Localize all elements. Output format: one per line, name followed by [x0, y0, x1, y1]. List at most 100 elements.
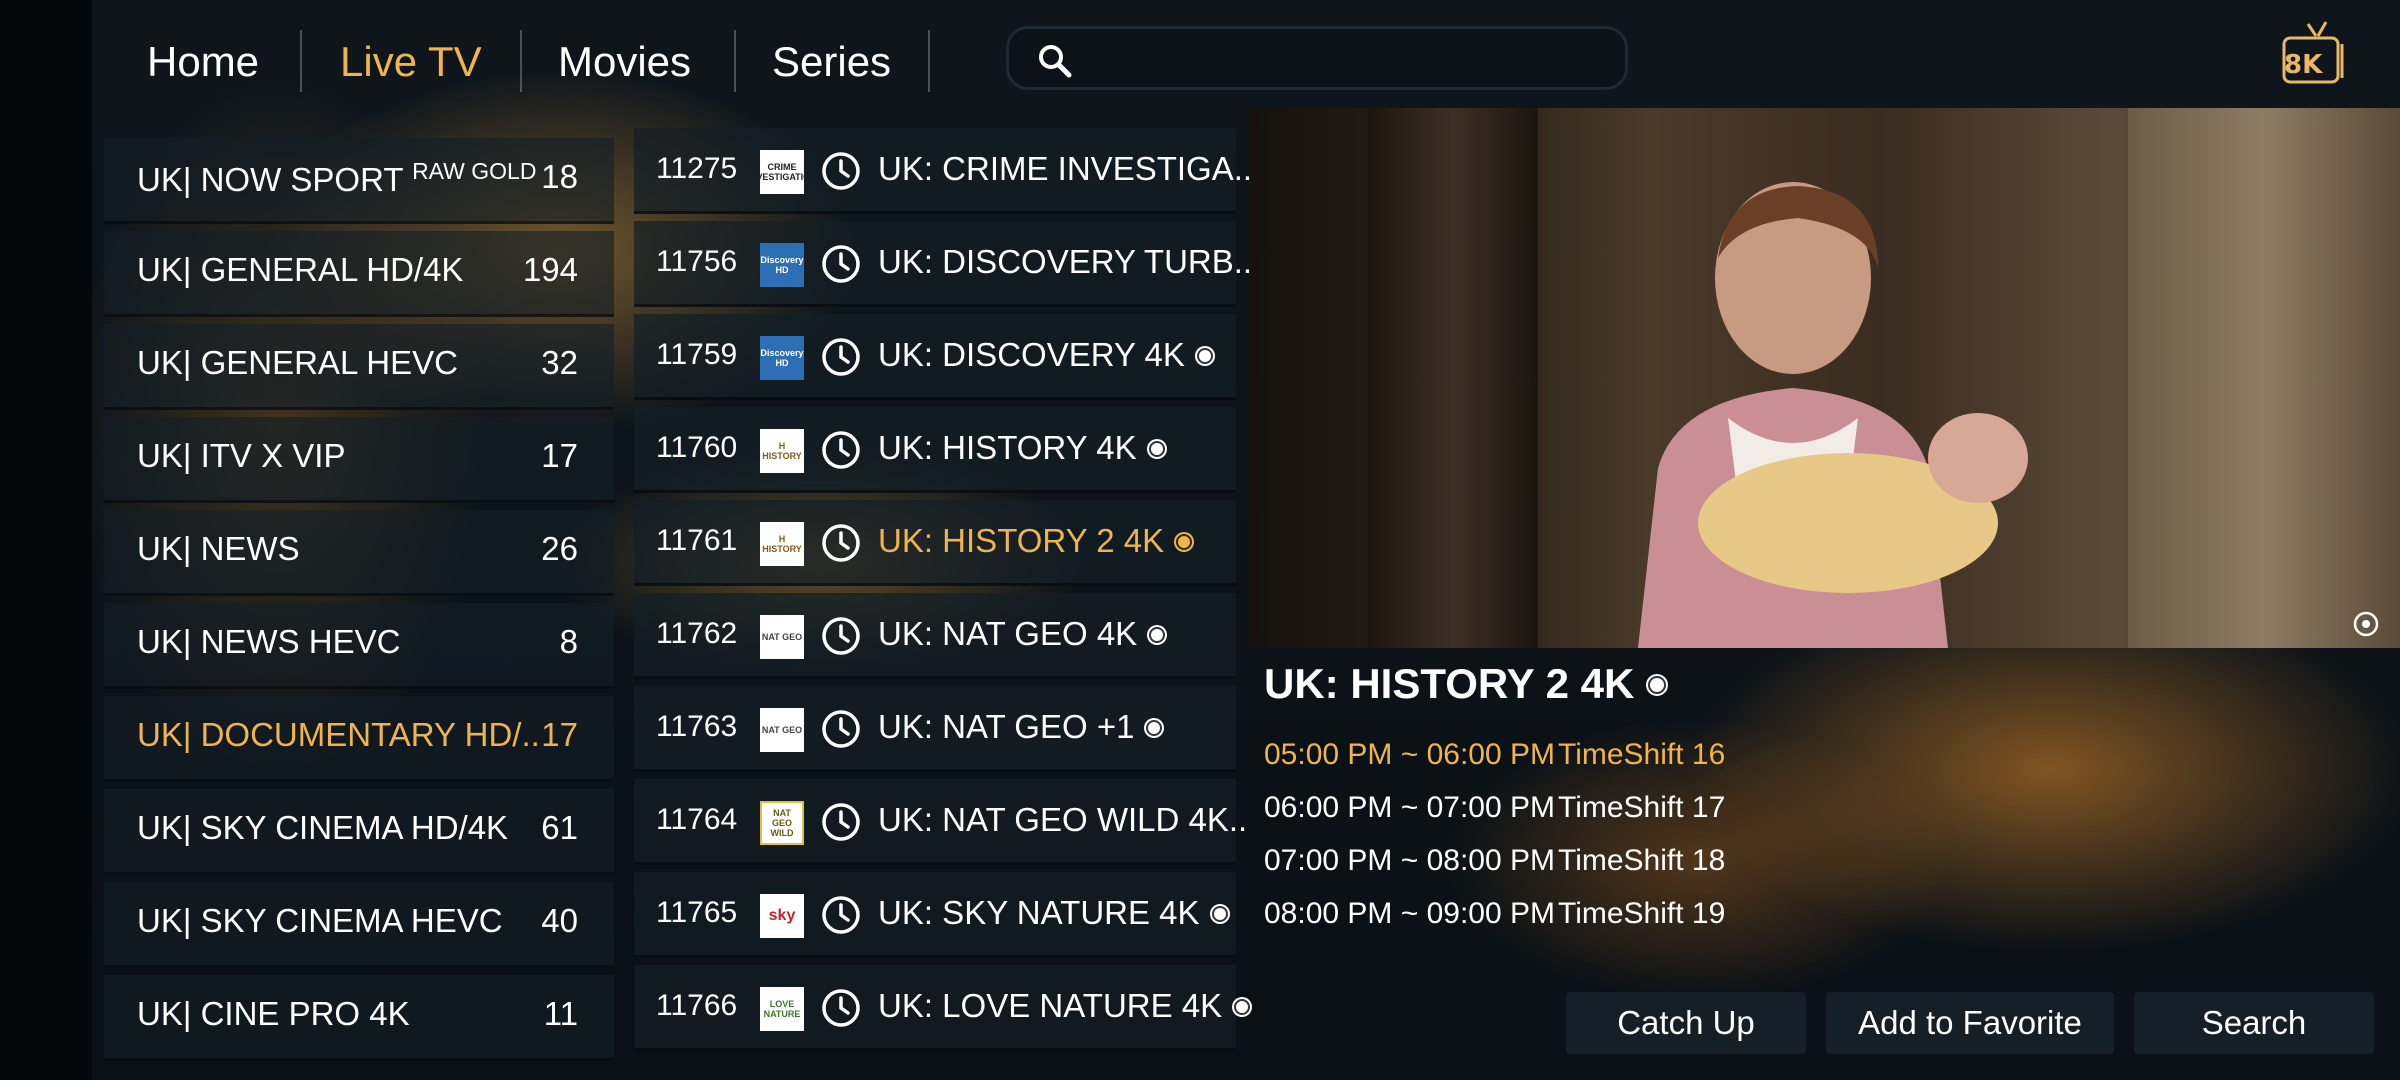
channel-name: UK: HISTORY 2 4K: [878, 522, 1191, 560]
channel-logo: Discovery HD: [760, 336, 804, 380]
clock-icon: [822, 524, 860, 562]
nav-separator: [734, 30, 736, 92]
live-dot-icon: [1150, 443, 1163, 455]
channel-name: UK: DISCOVERY 4K: [878, 336, 1211, 374]
video-frame-wall: [2128, 108, 2400, 648]
channel-number: 11764: [656, 803, 738, 836]
video-settings-icon[interactable]: [2350, 608, 2382, 640]
channel-name: UK: NAT GEO WILD 4K..: [878, 801, 1248, 838]
epg-row[interactable]: 07:00 PM ~ 08:00 PMTimeShift 18: [1264, 844, 1725, 878]
add-to-favorite-button[interactable]: Add to Favorite: [1826, 992, 2114, 1054]
channel-name: UK: NAT GEO +1: [878, 708, 1161, 746]
category-label: UK| NOW SPORT RAW GOLD: [137, 158, 536, 199]
channel-item[interactable]: 11756 Discovery HD UK: DISCOVERY TURB..: [634, 221, 1252, 307]
clock-icon: [822, 152, 860, 190]
channel-item[interactable]: 11766 LOVE NATURE UK: LOVE NATURE 4K: [634, 965, 1249, 1051]
category-item[interactable]: UK| NEWS 26: [104, 510, 614, 596]
channel-item[interactable]: 11764 NAT GEO WILD UK: NAT GEO WILD 4K..: [634, 779, 1247, 865]
catch-up-button[interactable]: Catch Up: [1566, 992, 1806, 1054]
search-box[interactable]: [1006, 26, 1628, 90]
channel-name-text: UK: DISCOVERY 4K: [878, 336, 1185, 373]
live-dot-icon: [1236, 1001, 1249, 1013]
tab-movies[interactable]: Movies: [558, 32, 691, 92]
tab-home[interactable]: Home: [147, 32, 259, 92]
channel-name: UK: CRIME INVESTIGA..: [878, 150, 1253, 187]
category-item[interactable]: UK| ITV X VIP 17: [104, 417, 614, 503]
category-item[interactable]: UK| SKY CINEMA HD/4K 61: [104, 789, 614, 875]
category-count: 40: [541, 902, 578, 939]
category-label-text: UK| NOW SPORT: [137, 161, 403, 198]
clock-icon: [822, 245, 860, 283]
program-title: UK: HISTORY 2 4K: [1264, 660, 1665, 708]
program-title-text: UK: HISTORY 2 4K: [1264, 660, 1635, 707]
tab-live-tv[interactable]: Live TV: [340, 32, 482, 92]
video-frame-door: [1368, 108, 1538, 648]
category-label: UK| DOCUMENTARY HD/..: [137, 716, 540, 753]
epg-title: TimeShift 19: [1558, 897, 1726, 930]
tab-series[interactable]: Series: [772, 32, 891, 92]
channel-logo: NAT GEO: [760, 615, 804, 659]
channel-name: UK: HISTORY 4K: [878, 429, 1163, 467]
category-count: 11: [543, 995, 578, 1032]
category-label: UK| GENERAL HEVC: [137, 344, 458, 381]
channel-item[interactable]: 11765 sky UK: SKY NATURE 4K: [634, 872, 1236, 958]
epg-time: 08:00 PM ~ 09:00 PM: [1264, 897, 1556, 930]
category-label: UK| SKY CINEMA HEVC: [137, 902, 503, 939]
epg-title: TimeShift 16: [1558, 738, 1726, 771]
channel-logo: H HISTORY: [760, 522, 804, 566]
channel-item-active[interactable]: 11761 H HISTORY UK: HISTORY 2 4K: [634, 500, 1236, 586]
nav-separator: [300, 30, 302, 92]
channel-logo: NAT GEO WILD: [760, 801, 804, 845]
top-nav: Home Live TV Movies Series 8K: [92, 0, 2400, 108]
channel-logo: LOVE NATURE: [760, 987, 804, 1031]
category-item[interactable]: UK| GENERAL HD/4K 194: [104, 231, 614, 317]
live-dot-icon: [1151, 629, 1164, 641]
channel-number: 11760: [656, 431, 738, 464]
channel-logo: H HISTORY: [760, 429, 804, 473]
category-item[interactable]: UK| NEWS HEVC 8: [104, 603, 614, 689]
channel-name: UK: SKY NATURE 4K: [878, 894, 1226, 932]
channel-name: UK: LOVE NATURE 4K: [878, 987, 1249, 1025]
category-item[interactable]: UK| GENERAL HEVC 32: [104, 324, 614, 410]
clock-icon: [822, 710, 860, 748]
category-label: UK| GENERAL HD/4K: [137, 251, 464, 288]
channel-item[interactable]: 11760 H HISTORY UK: HISTORY 4K: [634, 407, 1236, 493]
video-preview[interactable]: [1248, 108, 2400, 648]
channel-number: 11761: [656, 524, 738, 557]
category-item[interactable]: UK| NOW SPORT RAW GOLD 18: [104, 138, 614, 224]
category-count: 17: [541, 437, 578, 474]
category-item-active[interactable]: UK| DOCUMENTARY HD/.. 17: [104, 696, 614, 782]
channel-item[interactable]: 11763 NAT GEO UK: NAT GEO +1: [634, 686, 1236, 772]
epg-row[interactable]: 06:00 PM ~ 07:00 PMTimeShift 17: [1264, 791, 1725, 825]
live-dot-icon: [1148, 722, 1161, 734]
live-dot-icon: [1198, 350, 1211, 362]
channel-name-text: UK: NAT GEO +1: [878, 708, 1135, 745]
badge-label: 8K: [2284, 50, 2323, 80]
epg-time: 06:00 PM ~ 07:00 PM: [1264, 791, 1556, 824]
category-label-sup: RAW GOLD: [412, 158, 537, 184]
channel-logo: CRIME INVESTIGATION: [760, 150, 804, 194]
epg-title: TimeShift 18: [1558, 844, 1726, 877]
category-label: UK| NEWS HEVC: [137, 623, 401, 660]
epg-title: TimeShift 17: [1558, 791, 1726, 824]
channel-number: 11765: [656, 896, 738, 929]
channel-number: 11763: [656, 710, 738, 743]
epg-row[interactable]: 08:00 PM ~ 09:00 PMTimeShift 19: [1264, 897, 1725, 931]
channel-logo: Discovery HD: [760, 243, 804, 287]
video-frame-person: [1638, 182, 2028, 648]
epg-row-active[interactable]: 05:00 PM ~ 06:00 PMTimeShift 16: [1264, 738, 1725, 772]
search-icon: [1039, 45, 1072, 78]
search-button[interactable]: Search: [2134, 992, 2374, 1054]
channel-number: 11759: [656, 338, 738, 371]
category-count: 18: [541, 158, 578, 195]
channel-number: 11275: [656, 152, 738, 185]
category-count: 61: [541, 809, 578, 846]
category-item[interactable]: UK| CINE PRO 4K 11: [104, 975, 614, 1061]
category-item[interactable]: UK| SKY CINEMA HEVC 40: [104, 882, 614, 968]
channel-item[interactable]: 11759 Discovery HD UK: DISCOVERY 4K: [634, 314, 1236, 400]
channel-item[interactable]: 11762 NAT GEO UK: NAT GEO 4K: [634, 593, 1236, 679]
channel-number: 11766: [656, 989, 738, 1022]
clock-icon: [822, 803, 860, 841]
channel-item[interactable]: 11275 CRIME INVESTIGATION UK: CRIME INVE…: [634, 128, 1252, 214]
search-input[interactable]: [1089, 37, 1613, 83]
